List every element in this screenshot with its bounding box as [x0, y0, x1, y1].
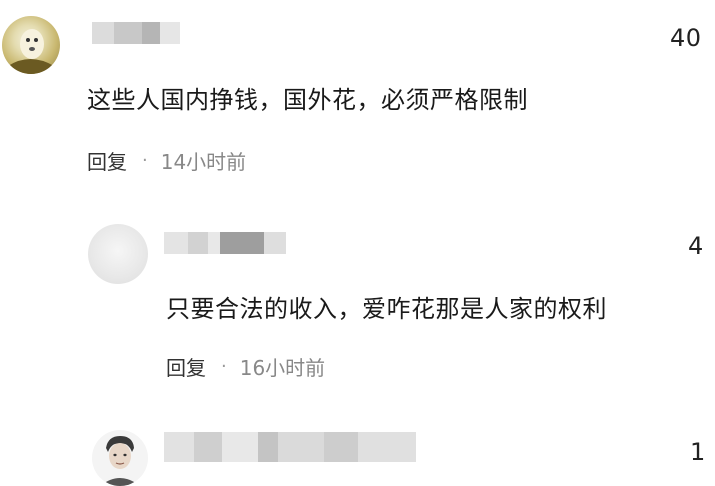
like-count[interactable]: 40 [670, 24, 702, 52]
user-avatar[interactable] [92, 430, 148, 486]
avatar-dog-icon [2, 29, 60, 74]
reply-button[interactable]: 回复 [166, 352, 206, 381]
username-blurred[interactable] [92, 22, 180, 44]
reply-button[interactable]: 回复 [87, 146, 127, 175]
avatar-man-icon [100, 436, 140, 486]
timestamp: 14小时前 [160, 150, 247, 174]
comment-meta: 回复 · 14小时前 [87, 146, 246, 175]
like-count[interactable]: 4 [688, 232, 704, 260]
comment-meta: 回复 · 16小时前 [166, 352, 325, 381]
like-count[interactable]: 1 [690, 438, 706, 466]
comment-text: 只要合法的收入，爱咋花那是人家的权利 [166, 295, 607, 323]
separator-dot: · [142, 150, 148, 171]
username-blurred[interactable] [164, 232, 286, 254]
username-blurred[interactable] [164, 432, 416, 462]
comment-text: 这些人国内挣钱，国外花，必须严格限制 [87, 86, 528, 114]
user-avatar[interactable] [88, 224, 148, 284]
user-avatar[interactable] [2, 16, 60, 74]
separator-dot: · [221, 356, 227, 377]
timestamp: 16小时前 [239, 356, 326, 380]
